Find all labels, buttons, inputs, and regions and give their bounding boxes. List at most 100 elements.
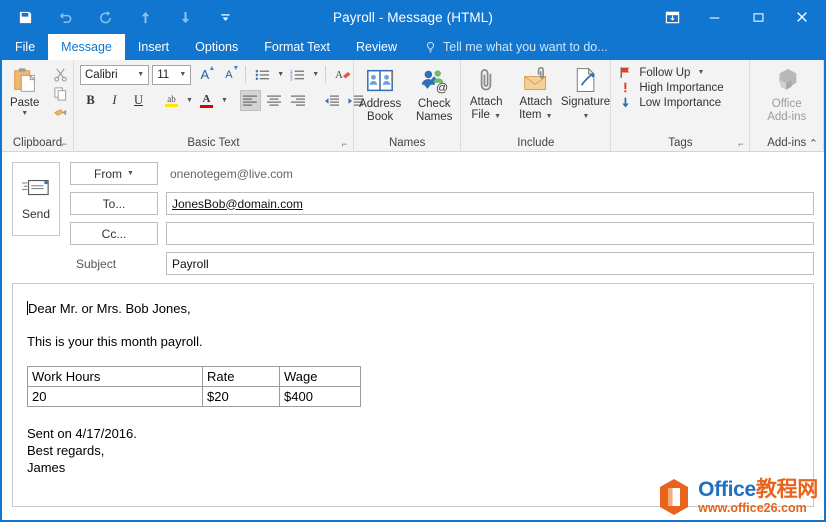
- tab-format-text[interactable]: Format Text: [251, 34, 343, 60]
- attach-file-button[interactable]: Attach File ▼: [461, 64, 511, 123]
- table-header-wage: Wage: [280, 367, 361, 387]
- customize-quick-access-icon[interactable]: [216, 8, 234, 26]
- previous-item-icon[interactable]: [136, 8, 154, 26]
- office-logo-icon: [657, 478, 691, 516]
- low-importance-button[interactable]: Low Importance: [619, 96, 749, 109]
- tab-file[interactable]: File: [2, 34, 48, 60]
- attach-item-icon: [522, 66, 550, 94]
- tab-insert[interactable]: Insert: [125, 34, 182, 60]
- decrease-indent-button[interactable]: [321, 90, 342, 111]
- basic-text-dialog-launcher[interactable]: ⌐: [342, 139, 347, 149]
- numbering-button[interactable]: 1 2 3: [287, 64, 308, 85]
- underline-button[interactable]: U: [128, 90, 149, 111]
- send-label: Send: [22, 207, 50, 221]
- next-item-icon[interactable]: [176, 8, 194, 26]
- italic-button[interactable]: I: [104, 90, 125, 111]
- format-painter-icon[interactable]: [53, 105, 68, 120]
- to-input[interactable]: JonesBob@domain.com: [166, 192, 814, 215]
- chevron-down-icon: ▼: [127, 170, 134, 177]
- flag-icon: [619, 66, 632, 79]
- cc-row: Cc...: [70, 222, 814, 245]
- body-signature-name: James: [27, 460, 65, 475]
- bullets-caret-icon[interactable]: ▼: [277, 71, 284, 78]
- font-color-button[interactable]: A: [196, 90, 217, 111]
- undo-icon[interactable]: [56, 8, 74, 26]
- office-addins-button[interactable]: Office Add-ins: [767, 64, 806, 123]
- ribbon-group-basic-text: Calibri ▼ 11 ▼ A ▲ A ▼: [74, 60, 354, 152]
- attach-item-button[interactable]: Attach Item ▼: [511, 64, 561, 123]
- highlight-caret-icon[interactable]: ▼: [186, 97, 193, 104]
- ribbon-group-label-basic-text: Basic Text ⌐: [74, 133, 353, 152]
- table-cell-wage: $400: [280, 387, 361, 407]
- low-importance-label: Low Importance: [639, 97, 721, 109]
- shrink-font-button[interactable]: A ▼: [218, 64, 239, 85]
- from-button[interactable]: From ▼: [70, 162, 158, 185]
- bullets-button[interactable]: [252, 64, 273, 85]
- attach-item-caret-icon[interactable]: ▼: [546, 113, 553, 120]
- watermark: Office教程网 www.office26.com: [657, 478, 818, 516]
- cc-input[interactable]: [166, 222, 814, 245]
- collapse-ribbon-icon[interactable]: ⌃: [809, 137, 818, 150]
- minimize-button[interactable]: [692, 0, 736, 34]
- cut-icon[interactable]: [53, 67, 68, 82]
- paste-caret-icon[interactable]: ▼: [21, 110, 28, 117]
- follow-up-button[interactable]: Follow Up ▼: [619, 66, 749, 79]
- bold-button[interactable]: B: [80, 90, 101, 111]
- align-right-button[interactable]: [288, 90, 309, 111]
- ribbon-group-label-include: Include: [461, 133, 610, 152]
- address-book-label-line1: Address: [359, 98, 401, 110]
- table-cell-work-hours: 20: [28, 387, 203, 407]
- check-names-button[interactable]: @ Check Names: [408, 64, 460, 123]
- send-button[interactable]: Send: [12, 162, 60, 236]
- decrease-indent-icon: [324, 95, 339, 107]
- message-body-editor[interactable]: Dear Mr. or Mrs. Bob Jones, This is your…: [12, 283, 814, 507]
- watermark-brand-cn: 教程网: [756, 479, 818, 500]
- font-name-combo[interactable]: Calibri ▼: [80, 65, 149, 85]
- align-left-button[interactable]: [240, 90, 261, 111]
- from-value[interactable]: onenotegem@live.com: [166, 167, 293, 181]
- paste-button[interactable]: Paste ▼: [2, 64, 47, 120]
- font-color-caret-icon[interactable]: ▼: [221, 97, 228, 104]
- clipboard-dialog-launcher[interactable]: ⌐: [62, 139, 67, 149]
- copy-icon[interactable]: [53, 86, 68, 101]
- high-importance-button[interactable]: High Importance: [619, 81, 749, 94]
- from-label: From: [94, 167, 122, 181]
- check-names-icon: @: [419, 66, 449, 96]
- signature-button[interactable]: Signature ▼: [561, 64, 611, 123]
- to-button[interactable]: To...: [70, 192, 158, 215]
- cc-button[interactable]: Cc...: [70, 222, 158, 245]
- align-center-button[interactable]: [264, 90, 285, 111]
- tab-message[interactable]: Message: [48, 34, 125, 60]
- maximize-button[interactable]: [736, 0, 780, 34]
- message-body-text: Dear Mr. or Mrs. Bob Jones, This is your…: [27, 300, 799, 476]
- ribbon: Paste ▼: [2, 60, 824, 152]
- table-header-rate: Rate: [203, 367, 280, 387]
- subject-label: Subject: [70, 252, 158, 275]
- numbering-caret-icon[interactable]: ▼: [312, 71, 319, 78]
- attach-file-caret-icon[interactable]: ▼: [494, 113, 501, 120]
- compose-fields: From ▼ onenotegem@live.com To... JonesBo…: [70, 162, 814, 275]
- subject-input[interactable]: Payroll: [166, 252, 814, 275]
- text-highlight-button[interactable]: ab: [161, 90, 182, 111]
- attach-item-label-line1: Attach: [520, 96, 553, 108]
- close-button[interactable]: [780, 0, 824, 34]
- redo-icon[interactable]: [96, 8, 114, 26]
- ribbon-group-label-clipboard: Clipboard ⌐: [2, 133, 73, 152]
- chevron-down-icon: ▼: [179, 71, 190, 78]
- watermark-brand-en: Office: [698, 479, 756, 500]
- follow-up-label: Follow Up: [639, 67, 690, 79]
- tell-me-search[interactable]: Tell me what you want to do...: [410, 34, 608, 60]
- exclamation-icon: [619, 81, 632, 94]
- grow-font-button[interactable]: A ▲: [194, 64, 215, 85]
- address-book-button[interactable]: Address Book: [354, 64, 406, 123]
- follow-up-caret-icon[interactable]: ▼: [697, 69, 704, 76]
- signature-caret-icon[interactable]: ▼: [583, 113, 590, 120]
- tab-options[interactable]: Options: [182, 34, 251, 60]
- tags-dialog-launcher[interactable]: ⌐: [738, 139, 743, 149]
- font-size-combo[interactable]: 11 ▼: [152, 65, 191, 85]
- tab-review[interactable]: Review: [343, 34, 410, 60]
- save-icon[interactable]: [16, 8, 34, 26]
- clear-formatting-button[interactable]: A: [332, 64, 353, 85]
- tell-me-text: Tell me what you want to do...: [443, 40, 608, 54]
- ribbon-display-options-icon[interactable]: [652, 0, 692, 34]
